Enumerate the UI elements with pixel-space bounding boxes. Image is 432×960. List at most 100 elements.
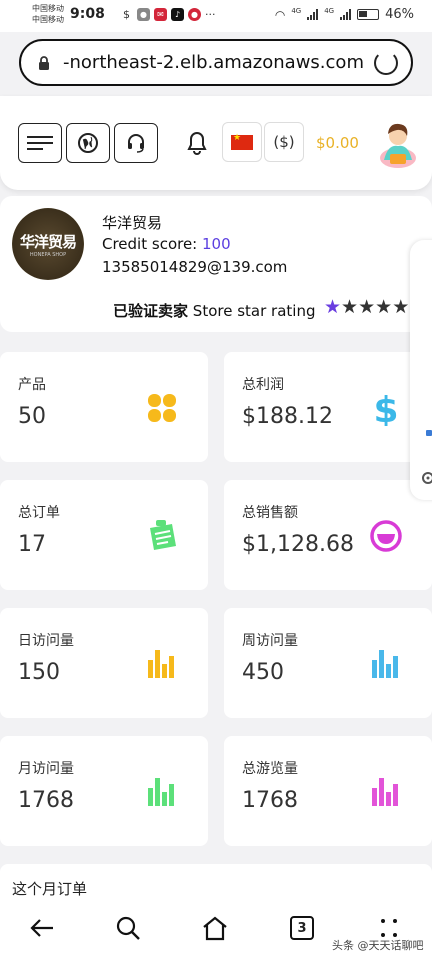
language-button[interactable]	[66, 123, 110, 163]
status-bar: 中国移动 中国移动 9:08 $ ● ✉ ♪ ● ··· ◠ 4G 4G 46%	[0, 0, 432, 32]
lock-icon	[39, 56, 49, 70]
svg-text:$: $	[373, 390, 398, 426]
stat-value: 50	[18, 404, 46, 429]
stat-label: 总订单	[18, 505, 60, 521]
star-icon: ★	[375, 296, 393, 318]
shop-logo-subtext: HONEPA SHOP	[29, 251, 67, 258]
credit-score-value: 100	[202, 235, 231, 253]
menu-button[interactable]	[18, 123, 62, 163]
arrow-left-icon	[30, 919, 53, 937]
side-floating-panel[interactable]	[410, 240, 432, 500]
bar-chart-icon	[148, 650, 174, 678]
wifi-icon: ◠	[274, 7, 286, 22]
app-icon: ●	[188, 8, 201, 21]
back-button[interactable]	[24, 910, 60, 946]
reload-icon[interactable]	[374, 51, 398, 75]
stat-card-monthly-visits[interactable]: 月访问量 1768	[0, 736, 208, 846]
bar-chart-icon	[372, 778, 398, 806]
carrier-info: 中国移动 中国移动	[32, 3, 64, 25]
headset-icon	[128, 134, 144, 153]
shop-email: 13585014829@139.com	[102, 258, 288, 276]
verified-seller-label: 已验证卖家	[113, 302, 189, 320]
stat-label: 日访问量	[18, 633, 74, 649]
stat-card-weekly-visits[interactable]: 周访问量 450	[224, 608, 432, 718]
stat-label: 总销售额	[242, 505, 298, 521]
stat-value: 17	[18, 532, 46, 557]
stat-card-total-views[interactable]: 总游览量 1768	[224, 736, 432, 846]
stat-label: 总游览量	[242, 761, 298, 777]
battery-icon	[357, 9, 380, 20]
star-icon: ★	[341, 296, 359, 318]
bar-chart-icon	[372, 650, 398, 678]
china-flag-icon	[231, 133, 253, 150]
credit-score: Credit score: 100	[102, 235, 231, 253]
rating-label: Store star rating	[192, 302, 316, 320]
network-type-1: 4G	[291, 6, 302, 15]
search-icon	[116, 916, 140, 940]
bar-chart-icon	[148, 778, 174, 806]
stat-value: 1768	[18, 788, 74, 813]
shop-info-card: 华洋贸易 HONEPA SHOP 华洋贸易 Credit score: 100 …	[0, 196, 432, 332]
stat-label: 产品	[18, 377, 46, 393]
stat-card-products[interactable]: 产品 50	[0, 352, 208, 462]
home-icon	[203, 916, 227, 941]
address-bar[interactable]: -northeast-2.elb.amazonaws.com	[19, 39, 413, 86]
star-icon: ★	[358, 296, 376, 318]
hamburger-icon	[27, 132, 53, 154]
tab-count: 3	[290, 916, 314, 940]
url-text[interactable]: -northeast-2.elb.amazonaws.com	[63, 52, 364, 73]
gear-icon[interactable]	[420, 470, 432, 486]
clock: 9:08	[70, 6, 105, 22]
stat-card-daily-visits[interactable]: 日访问量 150	[0, 608, 208, 718]
cash-icon: $	[123, 8, 130, 21]
more-notifications-icon: ···	[205, 8, 216, 21]
globe-icon	[78, 133, 98, 153]
star-rating: ★★★★★	[324, 296, 409, 318]
carrier-2: 中国移动	[32, 15, 64, 24]
stat-card-profit[interactable]: 总利润 $188.12 $	[224, 352, 432, 462]
system-icons: ◠ 4G 4G 46%	[274, 6, 414, 23]
currency-button[interactable]: ($)	[264, 122, 304, 162]
note-icon	[150, 520, 176, 550]
stat-value: $188.12	[242, 404, 333, 429]
indicator-dot	[426, 430, 432, 436]
signal-icon	[340, 9, 352, 20]
stat-value: 1768	[242, 788, 298, 813]
battery-level: 46%	[385, 7, 414, 22]
clover-icon	[148, 394, 176, 422]
home-button[interactable]	[197, 910, 233, 946]
stat-card-sales[interactable]: 总销售额 $1,128.68	[224, 480, 432, 590]
bell-icon[interactable]	[186, 130, 208, 156]
app-icon: ✉	[154, 8, 167, 21]
stat-value: $1,128.68	[242, 532, 354, 557]
credit-score-label: Credit score:	[102, 235, 203, 253]
dollar-icon: $	[373, 390, 398, 426]
shop-logo: 华洋贸易 HONEPA SHOP	[12, 208, 84, 280]
star-icon: ★	[324, 296, 342, 318]
watermark: 头条 @天天话聊吧	[332, 939, 424, 952]
carrier-1: 中国移动	[32, 4, 64, 13]
chat-app-icon: ●	[137, 8, 150, 21]
signal-icon	[307, 9, 319, 20]
smile-icon	[370, 520, 402, 552]
shop-name: 华洋贸易	[102, 214, 163, 232]
star-icon: ★	[392, 296, 410, 318]
region-button[interactable]	[222, 122, 262, 162]
network-type-2: 4G	[324, 6, 335, 15]
stat-value: 150	[18, 660, 60, 685]
support-button[interactable]	[114, 123, 158, 163]
stat-label: 周访问量	[242, 633, 298, 649]
search-button[interactable]	[110, 910, 146, 946]
stat-card-orders[interactable]: 总订单 17	[0, 480, 208, 590]
tiktok-icon: ♪	[171, 8, 184, 21]
stat-value: 450	[242, 660, 284, 685]
avatar[interactable]	[374, 118, 420, 168]
tabs-button[interactable]: 3	[284, 910, 320, 946]
balance-value: $0.00	[316, 134, 359, 152]
notification-icons: $ ● ✉ ♪ ● ···	[120, 8, 216, 21]
stat-label: 总利润	[242, 377, 284, 393]
shop-logo-text: 华洋贸易	[19, 232, 77, 251]
app-header: ($) $0.00	[0, 96, 432, 190]
store-rating: 已验证卖家 Store star rating	[113, 300, 315, 321]
stat-label: 月访问量	[18, 761, 74, 777]
